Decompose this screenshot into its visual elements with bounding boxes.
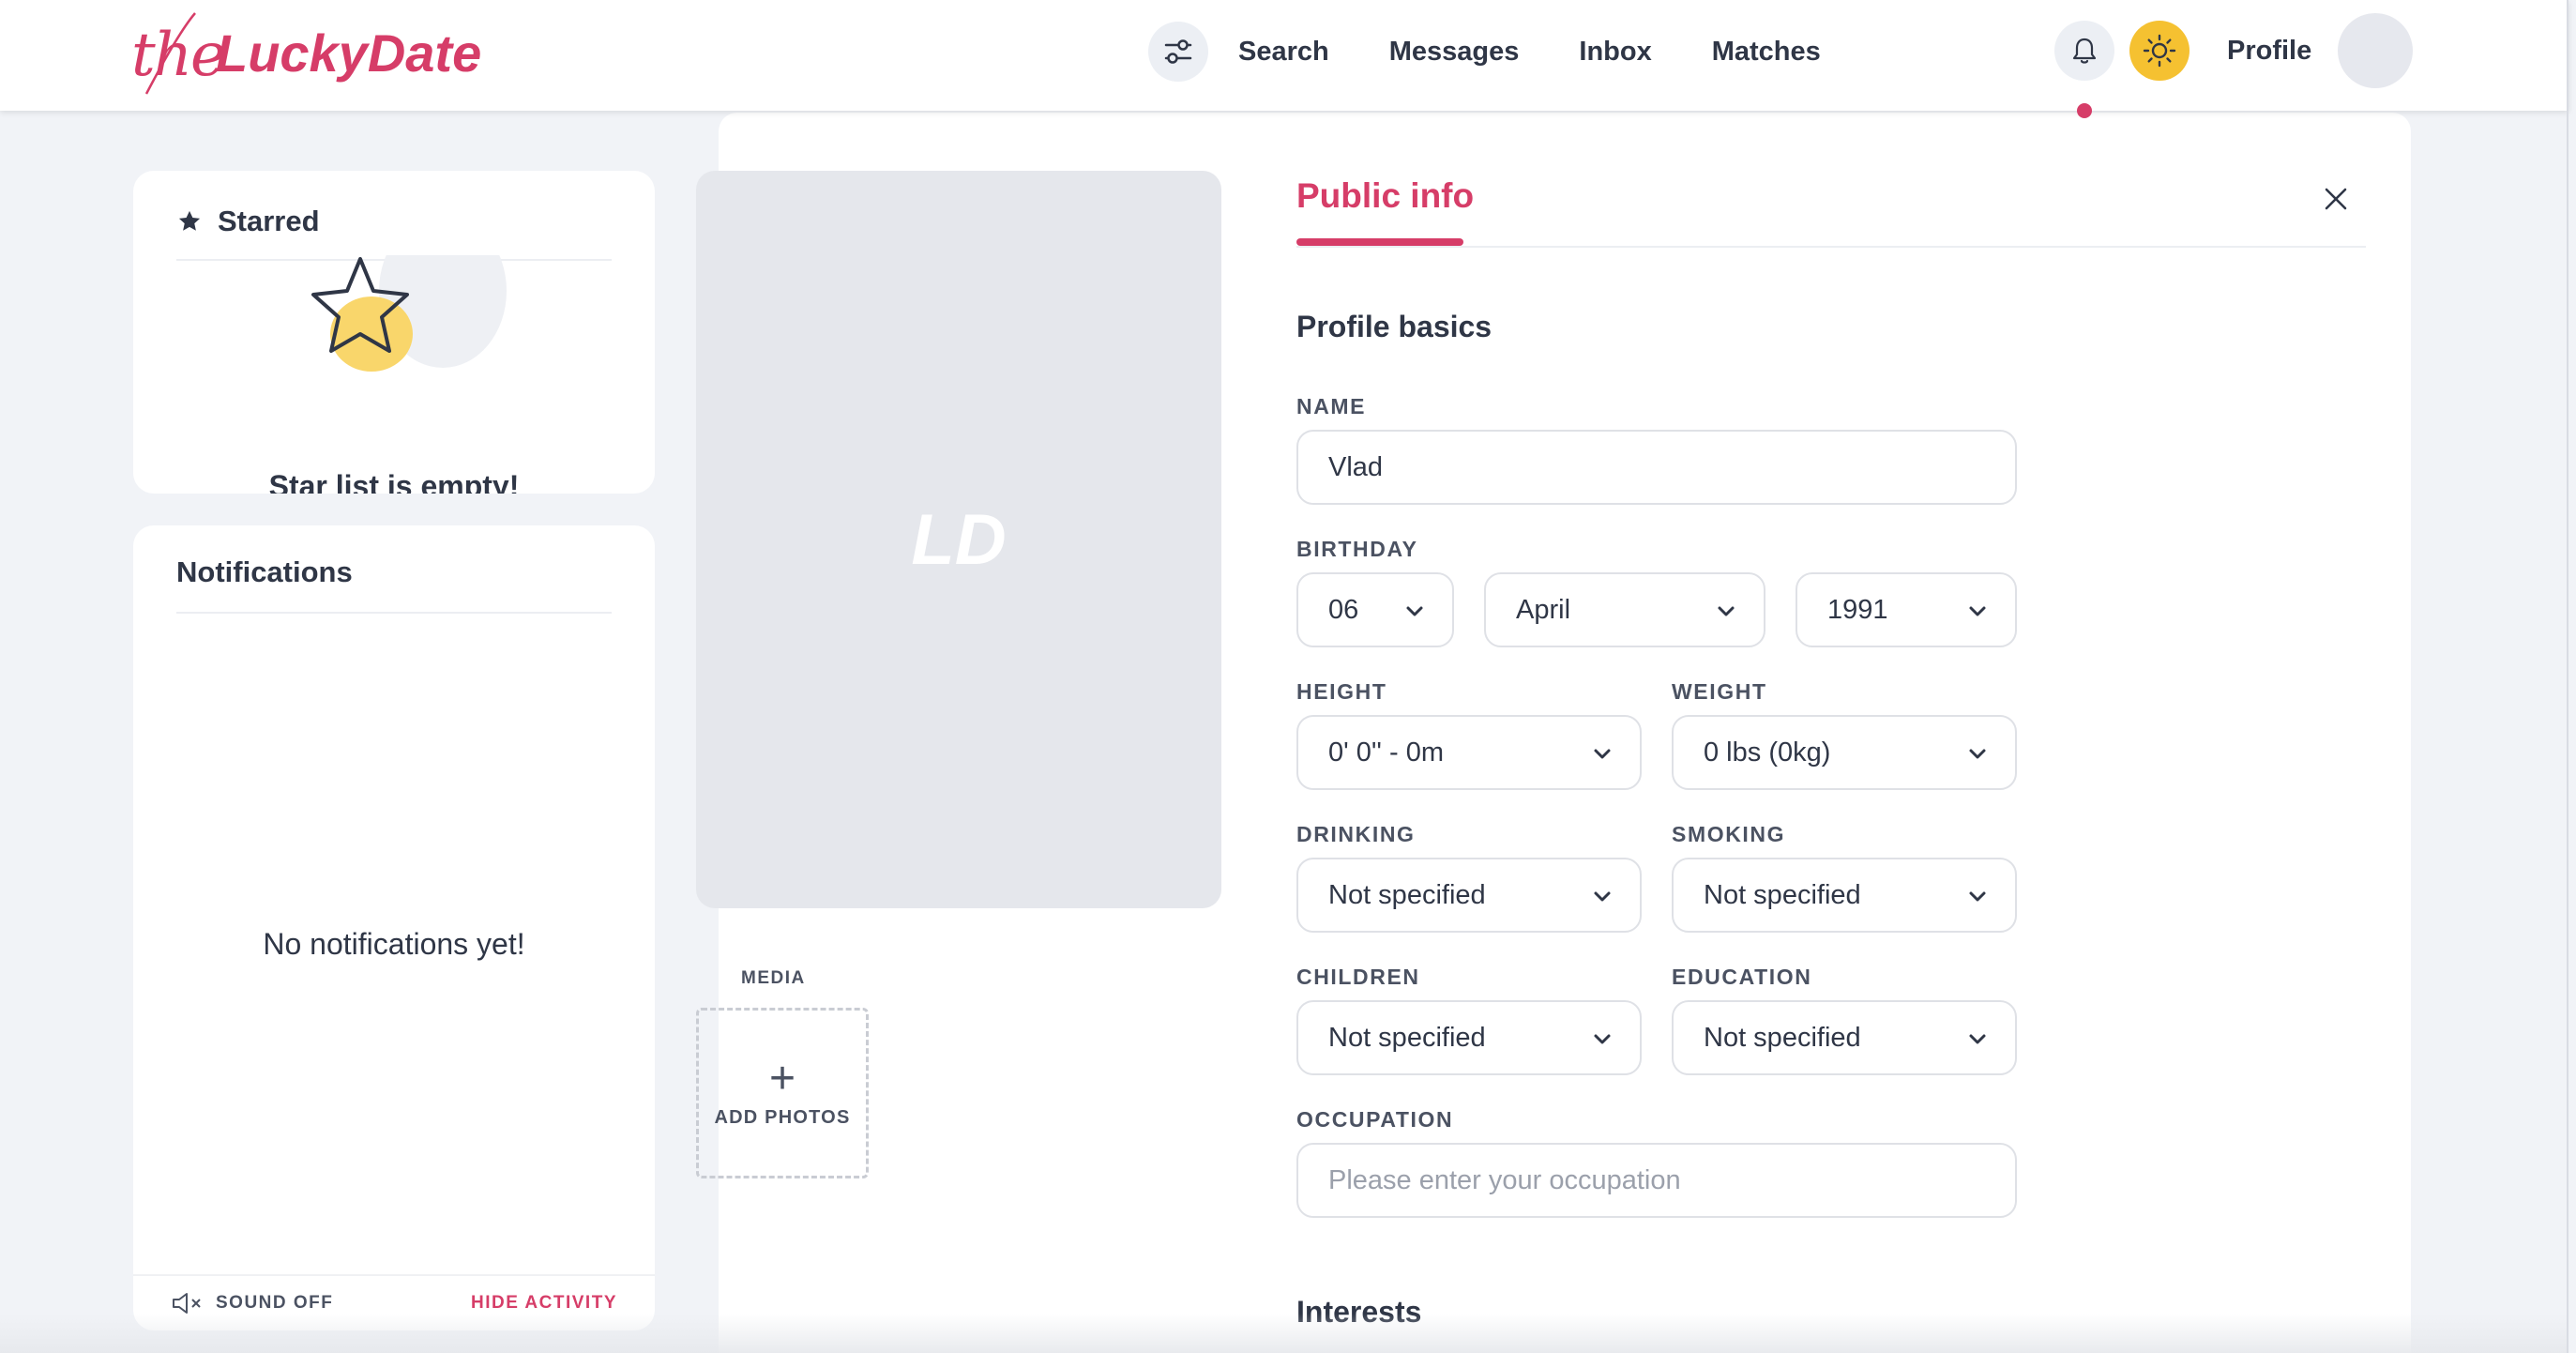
starred-empty-text: Star list is empty!	[268, 469, 520, 494]
sound-toggle[interactable]: SOUND OFF	[171, 1290, 333, 1316]
chevron-down-icon	[1594, 891, 1611, 902]
logo-name: LuckyDate	[216, 23, 482, 83]
profile-link[interactable]: Profile	[2227, 36, 2311, 67]
star-icon	[178, 210, 201, 231]
name-input[interactable]: Vlad	[1296, 430, 2017, 505]
add-photos-button[interactable]: + ADD PHOTOS	[696, 1008, 869, 1178]
tab-divider	[1296, 246, 2366, 248]
nav-search[interactable]: Search	[1238, 37, 1329, 68]
logo-prefix: the	[131, 21, 226, 90]
avatar[interactable]	[2338, 13, 2413, 88]
speaker-muted-icon	[173, 1293, 201, 1314]
birthday-year-select[interactable]: 1991	[1796, 572, 2017, 647]
notifications-title: Notifications	[176, 555, 353, 588]
starred-title-label: Starred	[218, 205, 320, 237]
chevron-down-icon	[1969, 1034, 1986, 1044]
education-value: Not specified	[1704, 1022, 1861, 1053]
birthday-day-value: 06	[1328, 594, 1359, 625]
weight-select[interactable]: 0 lbs (0kg)	[1672, 715, 2017, 790]
empty-star-illustration-icon	[311, 255, 507, 372]
nav-inbox[interactable]: Inbox	[1579, 37, 1651, 68]
height-label: HEIGHT	[1296, 679, 1387, 704]
notifications-footer: SOUND OFF HIDE ACTIVITY	[133, 1274, 655, 1330]
starred-card: Starred Star list is empty!	[133, 171, 655, 494]
top-header: the LuckyDate Search Messages Inbox Matc…	[0, 0, 2568, 111]
main-photo-placeholder[interactable]: LD	[696, 171, 1221, 908]
nav-matches[interactable]: Matches	[1712, 37, 1821, 68]
filter-sliders-icon	[1164, 39, 1192, 64]
weight-label: WEIGHT	[1672, 679, 1767, 704]
profile-basics-title: Profile basics	[1296, 310, 1493, 343]
notification-dot	[2077, 103, 2092, 118]
chevron-down-icon	[1594, 749, 1611, 759]
hide-activity-button[interactable]: HIDE ACTIVITY	[471, 1293, 617, 1314]
chevron-down-icon	[1718, 606, 1735, 616]
plus-icon: +	[768, 1053, 796, 1103]
children-select[interactable]: Not specified	[1296, 1000, 1642, 1075]
smoking-value: Not specified	[1704, 879, 1861, 910]
name-value: Vlad	[1328, 451, 1384, 482]
birthday-day-select[interactable]: 06	[1296, 572, 1454, 647]
media-label: MEDIA	[741, 968, 806, 988]
birthday-month-select[interactable]: April	[1484, 572, 1765, 647]
education-select[interactable]: Not specified	[1672, 1000, 2017, 1075]
birthday-month-value: April	[1516, 594, 1571, 625]
notifications-divider	[176, 612, 612, 614]
height-select[interactable]: 0' 0'' - 0m	[1296, 715, 1642, 790]
children-label: CHILDREN	[1296, 965, 1420, 989]
smoking-label: SMOKING	[1672, 822, 1786, 846]
starred-title[interactable]: Starred	[176, 205, 320, 238]
chevron-down-icon	[1406, 606, 1423, 616]
birthday-year-value: 1991	[1827, 594, 1888, 625]
sun-icon	[2143, 34, 2176, 68]
notifications-card: Notifications No notifications yet! SOUN…	[133, 525, 655, 1330]
smoking-select[interactable]: Not specified	[1672, 858, 2017, 933]
height-value: 0' 0'' - 0m	[1328, 737, 1444, 768]
photo-initials: LD	[911, 499, 1007, 580]
add-photos-label: ADD PHOTOS	[714, 1106, 851, 1128]
drinking-value: Not specified	[1328, 879, 1486, 910]
birthday-label: BIRTHDAY	[1296, 537, 1418, 561]
drinking-label: DRINKING	[1296, 822, 1416, 846]
active-tab-indicator	[1296, 238, 1463, 246]
children-value: Not specified	[1328, 1022, 1486, 1053]
sound-toggle-label: SOUND OFF	[216, 1293, 334, 1313]
drinking-select[interactable]: Not specified	[1296, 858, 1642, 933]
chevron-down-icon	[1594, 1034, 1611, 1044]
main-nav: Search Messages Inbox Matches	[1148, 21, 1881, 83]
notifications-empty-text: No notifications yet!	[263, 927, 525, 961]
window-edge	[2567, 0, 2568, 1353]
education-label: EDUCATION	[1672, 965, 1812, 989]
occupation-label: OCCUPATION	[1296, 1107, 1454, 1132]
bell-icon	[2072, 38, 2097, 64]
interests-title: Interests	[1296, 1295, 1422, 1329]
weight-value: 0 lbs (0kg)	[1704, 737, 1831, 768]
notifications-button[interactable]	[2054, 21, 2114, 81]
filter-button[interactable]	[1148, 22, 1208, 82]
close-icon[interactable]	[2321, 184, 2351, 214]
occupation-placeholder: Please enter your occupation	[1328, 1164, 1681, 1195]
theme-toggle-button[interactable]	[2129, 21, 2190, 81]
chevron-down-icon	[1969, 891, 1986, 902]
chevron-down-icon	[1969, 749, 1986, 759]
nav-messages[interactable]: Messages	[1389, 37, 1520, 68]
chevron-down-icon	[1969, 606, 1986, 616]
tab-public-info[interactable]: Public info	[1296, 176, 1474, 216]
name-label: NAME	[1296, 394, 1367, 418]
occupation-input[interactable]: Please enter your occupation	[1296, 1143, 2017, 1218]
